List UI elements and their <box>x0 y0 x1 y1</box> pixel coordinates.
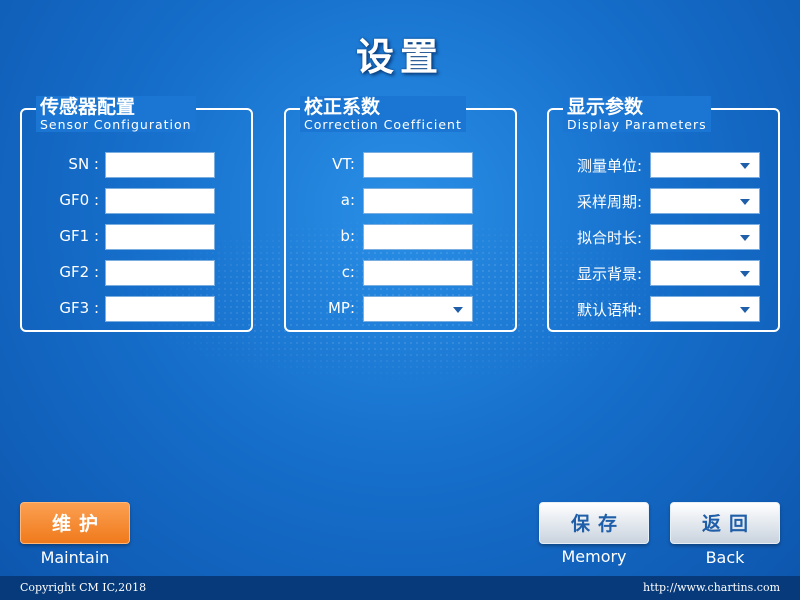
form-row-c: c: <box>286 260 515 286</box>
back-caption: Back <box>705 548 745 567</box>
field-label: 采样周期: <box>576 193 642 211</box>
form-row-gf0: GF0 : <box>22 188 251 214</box>
save-caption: Memory <box>561 547 627 566</box>
maintain-caption: Maintain <box>40 548 110 567</box>
back-button[interactable]: 返回 <box>670 502 780 544</box>
panel-title-cn: 显示参数 <box>567 96 644 118</box>
form-row-sampling-period: 采样周期: <box>549 188 778 214</box>
chevron-down-icon[interactable] <box>740 199 750 205</box>
panel-title-en: Display Parameters <box>567 117 707 132</box>
panel-title-en: Sensor Configuration <box>40 117 192 132</box>
form-row-display-background: 显示背景: <box>549 260 778 286</box>
field-label: a: <box>340 191 355 209</box>
form-row-gf3: GF3 : <box>22 296 251 322</box>
panel-header: 校正系数 Correction Coefficient <box>300 96 466 132</box>
panel-header: 显示参数 Display Parameters <box>563 96 711 132</box>
a-input[interactable] <box>363 188 473 214</box>
measurement-unit-select[interactable] <box>650 152 760 178</box>
field-label: SN : <box>68 155 99 173</box>
correction-coefficient-panel: 校正系数 Correction Coefficient VT: a: b: c:… <box>284 96 517 332</box>
display-background-select[interactable] <box>650 260 760 286</box>
form-row-default-language: 默认语种: <box>549 296 778 322</box>
field-label: GF1 : <box>59 227 99 245</box>
chevron-down-icon[interactable] <box>740 163 750 169</box>
copyright-text: Copyright CM IC,2018 <box>20 581 147 594</box>
gf1-input[interactable] <box>105 224 215 250</box>
field-label: 默认语种: <box>576 301 642 319</box>
form-row-gf1: GF1 : <box>22 224 251 250</box>
form-row-mp: MP: <box>286 296 515 322</box>
field-label: 显示背景: <box>576 265 642 283</box>
sampling-period-select[interactable] <box>650 188 760 214</box>
vt-input[interactable] <box>363 152 473 178</box>
field-label: c: <box>341 263 355 281</box>
form-row-vt: VT: <box>286 152 515 178</box>
form-row-b: b: <box>286 224 515 250</box>
gf0-input[interactable] <box>105 188 215 214</box>
field-label: 拟合时长: <box>576 229 642 247</box>
chevron-down-icon[interactable] <box>740 235 750 241</box>
maintain-button[interactable]: 维护 <box>20 502 130 544</box>
save-button[interactable]: 保存 <box>539 502 649 544</box>
form-row-gf2: GF2 : <box>22 260 251 286</box>
form-row-a: a: <box>286 188 515 214</box>
default-language-select[interactable] <box>650 296 760 322</box>
panel-title-cn: 校正系数 <box>304 96 381 118</box>
form-row-fitting-duration: 拟合时长: <box>549 224 778 250</box>
website-link[interactable]: http://www.chartins.com <box>643 576 780 600</box>
gf3-input[interactable] <box>105 296 215 322</box>
sensor-configuration-panel: 传感器配置 Sensor Configuration SN : GF0 : GF… <box>20 96 253 332</box>
gf2-input[interactable] <box>105 260 215 286</box>
c-input[interactable] <box>363 260 473 286</box>
sn-input[interactable] <box>105 152 215 178</box>
mp-select[interactable] <box>363 296 473 322</box>
panel-title-cn: 传感器配置 <box>40 96 136 118</box>
form-row-sn: SN : <box>22 152 251 178</box>
field-label: VT: <box>332 155 355 173</box>
page-title: 设置 <box>355 35 444 79</box>
field-label: 测量单位: <box>576 157 642 175</box>
chevron-down-icon[interactable] <box>453 307 463 313</box>
footer-bar: Copyright CM IC,2018 http://www.chartins… <box>0 576 800 600</box>
field-label: GF2 : <box>59 263 99 281</box>
field-label: b: <box>340 227 355 245</box>
chevron-down-icon[interactable] <box>740 271 750 277</box>
field-label: GF3 : <box>59 299 99 317</box>
field-label: GF0 : <box>59 191 99 209</box>
display-parameters-panel: 显示参数 Display Parameters 测量单位: 采样周期: 拟合时长… <box>547 96 780 332</box>
fitting-duration-select[interactable] <box>650 224 760 250</box>
panel-header: 传感器配置 Sensor Configuration <box>36 96 196 132</box>
panel-title-en: Correction Coefficient <box>304 117 462 132</box>
field-label: MP: <box>327 299 355 317</box>
chevron-down-icon[interactable] <box>740 307 750 313</box>
b-input[interactable] <box>363 224 473 250</box>
form-row-measurement-unit: 测量单位: <box>549 152 778 178</box>
